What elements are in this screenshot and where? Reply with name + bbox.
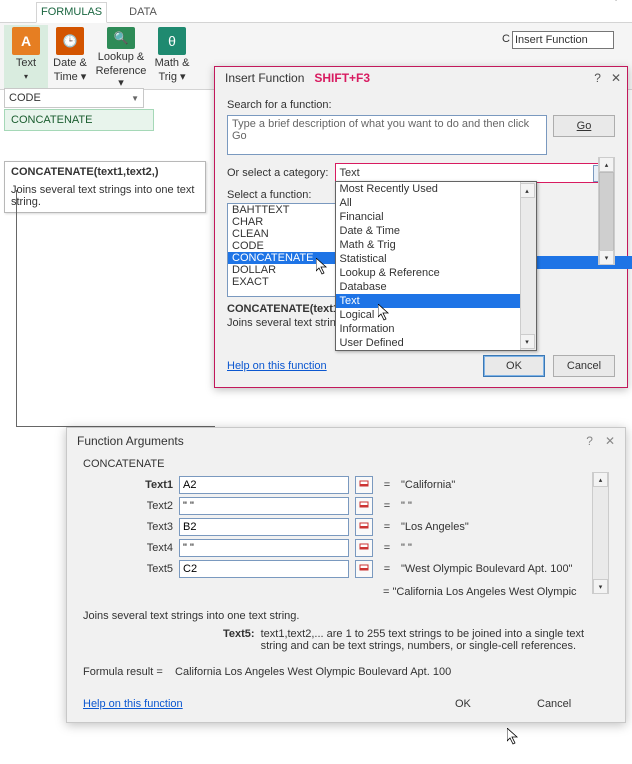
insert-function-tooltip: Insert Function xyxy=(512,31,614,49)
range-picker-icon[interactable] xyxy=(355,518,373,536)
category-option[interactable]: Statistical xyxy=(336,252,536,266)
help-icon[interactable]: ? xyxy=(586,434,593,448)
dialog-title: Insert Function xyxy=(225,71,304,85)
dropdown-scrollbar[interactable] xyxy=(520,182,536,350)
function-arguments-dialog: Function Arguments ? ✕ CONCATENATE Text1… xyxy=(66,427,626,723)
function-description: Joins several text strings into one text… xyxy=(83,610,609,622)
mouse-cursor-icon xyxy=(507,728,520,745)
arg-input-text5[interactable] xyxy=(179,560,349,578)
cancel-button[interactable]: Cancel xyxy=(537,698,609,710)
arg-input-text4[interactable] xyxy=(179,539,349,557)
scroll-down-icon[interactable]: ▾ xyxy=(593,579,608,594)
range-picker-icon[interactable] xyxy=(355,476,373,494)
range-picker-icon[interactable] xyxy=(355,539,373,557)
help-link[interactable]: Help on this function xyxy=(227,360,327,372)
cancel-button[interactable]: Cancel xyxy=(553,355,615,377)
category-option[interactable]: Database xyxy=(336,280,536,294)
arg-result: " " xyxy=(401,500,609,512)
arguments-grid: Text1 = "California" Text2 = " " Text3 =… xyxy=(83,476,609,578)
namebox-dropdown-item[interactable]: CONCATENATE xyxy=(4,109,154,131)
category-option[interactable]: User Defined xyxy=(336,336,536,350)
arg-result: "West Olympic Boulevard Apt. 100" xyxy=(401,563,609,575)
scroll-down-icon[interactable]: ▾ xyxy=(520,334,535,349)
tab-formulas[interactable]: FORMULAS xyxy=(36,2,107,23)
scroll-up-icon[interactable]: ▴ xyxy=(593,472,608,487)
ribbon-btn-lookup[interactable]: 🔍 Lookup & Reference ▾ xyxy=(92,25,150,89)
category-option[interactable]: Text xyxy=(336,294,536,308)
ribbon-btn-label: Text xyxy=(16,57,36,69)
arg-input-text2[interactable] xyxy=(179,497,349,515)
ok-button[interactable]: OK xyxy=(455,698,527,710)
formula-result-label: Formula result = xyxy=(83,666,163,678)
arg-input-text1[interactable] xyxy=(179,476,349,494)
category-option[interactable]: All xyxy=(336,196,536,210)
insert-function-dialog: Insert Function SHIFT+F3 ? ✕ Search for … xyxy=(214,66,628,388)
search-label: Search for a function: xyxy=(227,99,615,111)
ok-button[interactable]: OK xyxy=(483,355,545,377)
cell-reference-label: C xyxy=(502,33,510,45)
arg-result: " " xyxy=(401,542,609,554)
arg-label: Text3 xyxy=(83,521,173,533)
arg-result: "California" xyxy=(401,479,609,491)
go-button[interactable]: Go xyxy=(553,115,615,137)
function-name: CONCATENATE xyxy=(83,458,609,470)
ribbon-btn-datetime[interactable]: 🕒 Date & Time ▾ xyxy=(48,25,92,89)
arg-label: Text4 xyxy=(83,542,173,554)
range-picker-icon[interactable] xyxy=(355,560,373,578)
arg-label: Text2 xyxy=(83,500,173,512)
category-option[interactable]: Lookup & Reference xyxy=(336,266,536,280)
function-tooltip: CONCATENATE(text1,text2,) Joins several … xyxy=(4,161,206,213)
range-picker-icon[interactable] xyxy=(355,497,373,515)
category-option[interactable]: Date & Time xyxy=(336,224,536,238)
name-box[interactable]: CODE ▼ xyxy=(4,88,144,108)
category-option[interactable]: Financial xyxy=(336,210,536,224)
scroll-down-icon[interactable]: ▾ xyxy=(599,250,614,265)
intermediate-result: = "California Los Angeles West Olympic xyxy=(83,586,609,598)
category-label: Or select a category: xyxy=(227,167,329,179)
formula-result-value: California Los Angeles West Olympic Boul… xyxy=(175,666,451,678)
close-icon[interactable]: ✕ xyxy=(611,71,621,85)
arguments-scrollbar[interactable]: ▴ ▾ xyxy=(592,472,609,594)
listbox-scrollbar[interactable]: ▴ ▾ xyxy=(598,157,615,265)
zoom-connector-line xyxy=(16,190,215,427)
category-option[interactable]: Most Recently Used xyxy=(336,182,536,196)
tooltip-signature: CONCATENATE(text1,text2,) xyxy=(11,166,199,178)
category-select[interactable]: Text ▾ Most Recently Used All Financial … xyxy=(335,163,616,183)
category-option[interactable]: Information xyxy=(336,322,536,336)
scroll-up-icon[interactable]: ▴ xyxy=(599,157,614,172)
tooltip-desc: Joins several text strings into one text… xyxy=(11,184,199,208)
close-icon[interactable]: ✕ xyxy=(605,434,615,448)
category-option[interactable]: Math & Trig xyxy=(336,238,536,252)
scroll-up-icon[interactable]: ▴ xyxy=(520,183,535,198)
help-link[interactable]: Help on this function xyxy=(83,698,183,710)
help-icon[interactable]: ? xyxy=(594,71,601,85)
dialog-title: Function Arguments xyxy=(77,434,184,448)
category-option[interactable]: Logical xyxy=(336,308,536,322)
tab-data[interactable]: DATA xyxy=(125,3,161,22)
ribbon-btn-text[interactable]: A Text ▾ xyxy=(4,25,48,89)
arg-label: Text5 xyxy=(83,563,173,575)
ribbon-tabs: FORMULAS DATA fx xyxy=(0,0,632,23)
arg-result: "Los Angeles" xyxy=(401,521,609,533)
search-input[interactable]: Type a brief description of what you wan… xyxy=(227,115,547,155)
argument-explanation: Text5: text1,text2,... are 1 to 255 text… xyxy=(83,628,609,652)
category-dropdown: Most Recently Used All Financial Date & … xyxy=(335,181,537,351)
dialog-shortcut: SHIFT+F3 xyxy=(314,71,370,85)
arg-label: Text1 xyxy=(83,479,173,491)
ribbon-btn-mathtrig[interactable]: θ Math & Trig ▾ xyxy=(150,25,194,89)
mouse-cursor-icon xyxy=(610,0,623,1)
arg-input-text3[interactable] xyxy=(179,518,349,536)
chevron-down-icon[interactable]: ▼ xyxy=(131,94,139,103)
scrollbar-thumb[interactable] xyxy=(599,172,614,252)
